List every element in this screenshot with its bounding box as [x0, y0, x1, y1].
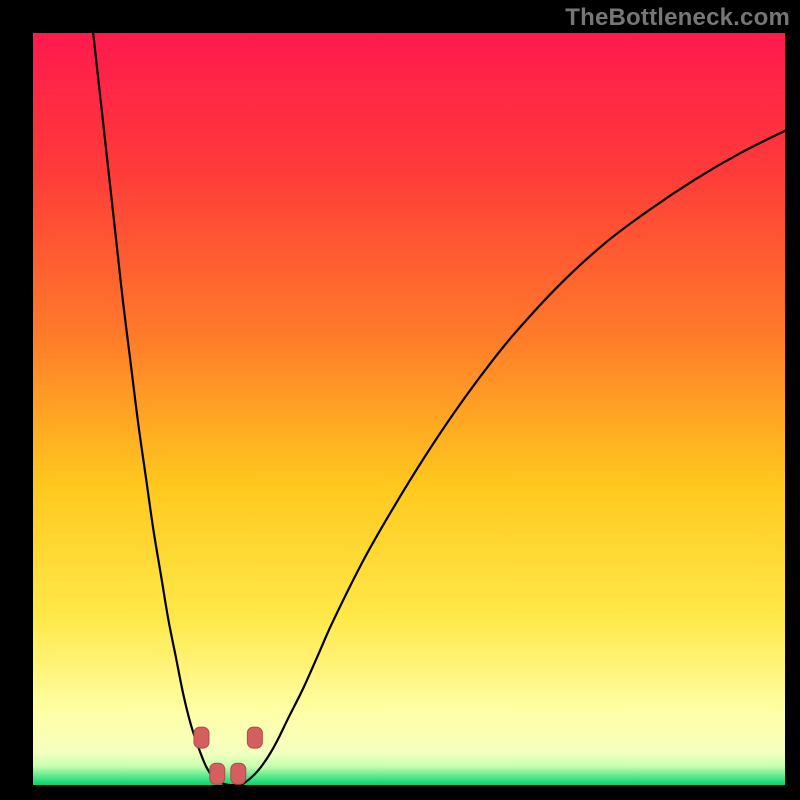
chart-frame: TheBottleneck.com [0, 0, 800, 800]
watermark-text: TheBottleneck.com [565, 4, 790, 32]
curve-marker [231, 763, 246, 784]
curve-marker [194, 727, 209, 748]
chart-svg [33, 33, 785, 785]
curve-marker [247, 727, 262, 748]
curve-marker [210, 763, 225, 784]
gradient-background [33, 33, 785, 785]
plot-area [33, 33, 785, 785]
